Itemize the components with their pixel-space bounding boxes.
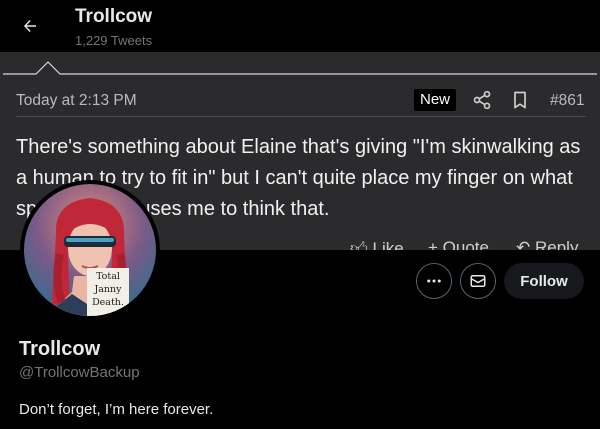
new-badge: New [414, 89, 457, 111]
profile-header: Trollcow 1,229 Tweets [0, 0, 600, 52]
profile-name: Trollcow [19, 338, 101, 360]
more-horizontal-icon [427, 279, 441, 283]
banner-notch [3, 61, 597, 75]
bookmark-icon [514, 91, 526, 109]
follow-button[interactable]: Follow [504, 263, 584, 299]
reply-arrow-icon: ↶ [516, 238, 531, 250]
banner-divider [16, 116, 586, 117]
banner-quote-label: + Quote [428, 238, 489, 250]
profile-bio: Don’t forget, I’m here forever. [19, 401, 214, 418]
header-title: Trollcow [75, 6, 153, 27]
avatar[interactable]: Total Janny Death. [20, 180, 160, 320]
avatar-note-line: Janny [94, 284, 122, 295]
more-button[interactable] [416, 263, 452, 299]
post-number: #861 [550, 92, 585, 109]
banner-timestamp: Today at 2:13 PM [16, 92, 137, 109]
thumbs-up-icon: 👍︎ [350, 239, 368, 250]
arrow-left-icon [24, 20, 36, 32]
avatar-note: Total Janny Death. [87, 268, 129, 316]
banner-reply-action: ↶ Reply [516, 238, 578, 250]
envelope-icon [470, 275, 486, 287]
back-button[interactable] [14, 10, 46, 42]
avatar-note-line: Total [96, 271, 120, 282]
banner-reply-label: Reply [534, 238, 579, 250]
message-button[interactable] [460, 263, 496, 299]
banner-like-label: Like [372, 239, 404, 250]
banner-like-action: 👍︎ Like [350, 238, 404, 250]
profile-handle: @TrollcowBackup [19, 364, 140, 381]
tweet-count: 1,229 Tweets [75, 33, 153, 48]
avatar-note-line: Death. [92, 297, 124, 308]
banner-quote-action: + Quote [428, 238, 489, 250]
share-icon [473, 90, 491, 110]
